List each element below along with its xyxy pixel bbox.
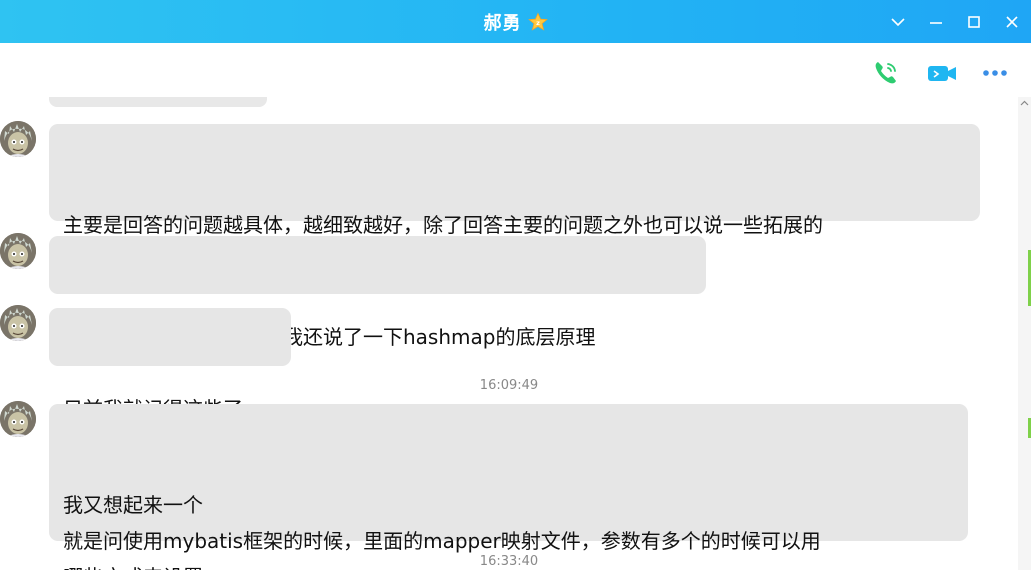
contact-name: 郝勇 [483, 12, 522, 34]
message-bubble[interactable]: 比如他在问集合的时候，我还说了一下hashmap的底层原理 [49, 236, 706, 349]
title-wrap: 郝勇 z [0, 0, 1031, 43]
video-camera-icon [928, 66, 956, 81]
phone-icon [875, 62, 896, 84]
maximize-button[interactable] [963, 11, 985, 33]
minimize-button[interactable] [925, 11, 947, 33]
chat-toolbar [0, 43, 1031, 97]
maximize-icon [968, 15, 980, 28]
message-bubble[interactable]: 我又想起来一个 就是问使用mybatis框架的时候，里面的mapper映射文件，参… [49, 404, 968, 570]
more-button[interactable] [979, 57, 1011, 89]
svg-text:z: z [536, 19, 540, 27]
scroll-up-arrow-icon[interactable] [1020, 99, 1029, 108]
close-button[interactable] [1001, 11, 1023, 33]
title-bar: 郝勇 z [0, 0, 1031, 43]
avatar[interactable] [0, 121, 36, 157]
message-timestamp: 16:33:40 [479, 554, 539, 569]
avatar[interactable] [0, 305, 36, 341]
message-bubble[interactable]: 目前我就记得这些了 [49, 308, 291, 421]
message-list[interactable]: 主要是回答的问题越具体，越细致越好，除了回答主要的问题之外也可以说一些拓展的内容… [0, 97, 1018, 570]
message-timestamp: 16:09:49 [479, 378, 539, 393]
avatar-image-icon [0, 233, 36, 269]
minimize-icon [930, 21, 942, 24]
scrollbar[interactable] [1018, 97, 1031, 570]
avatar-image-icon [0, 121, 36, 157]
star-badge-icon: z [527, 12, 548, 31]
avatar[interactable] [0, 401, 36, 437]
avatar[interactable] [0, 233, 36, 269]
window-controls [887, 0, 1023, 43]
message-bubble[interactable]: 主要是回答的问题越具体，越细致越好，除了回答主要的问题之外也可以说一些拓展的内容… [49, 124, 980, 273]
message-bubble-partial [49, 97, 267, 107]
close-icon [1006, 15, 1018, 28]
message-text-line: 我又想起来一个 [63, 493, 203, 517]
avatar-image-icon [0, 401, 36, 437]
avatar-image-icon [0, 305, 36, 341]
chevron-down-icon [891, 17, 905, 26]
dropdown-button[interactable] [887, 11, 909, 33]
video-call-button[interactable] [926, 57, 958, 89]
more-icon [983, 70, 1007, 76]
voice-call-button[interactable] [870, 57, 902, 89]
